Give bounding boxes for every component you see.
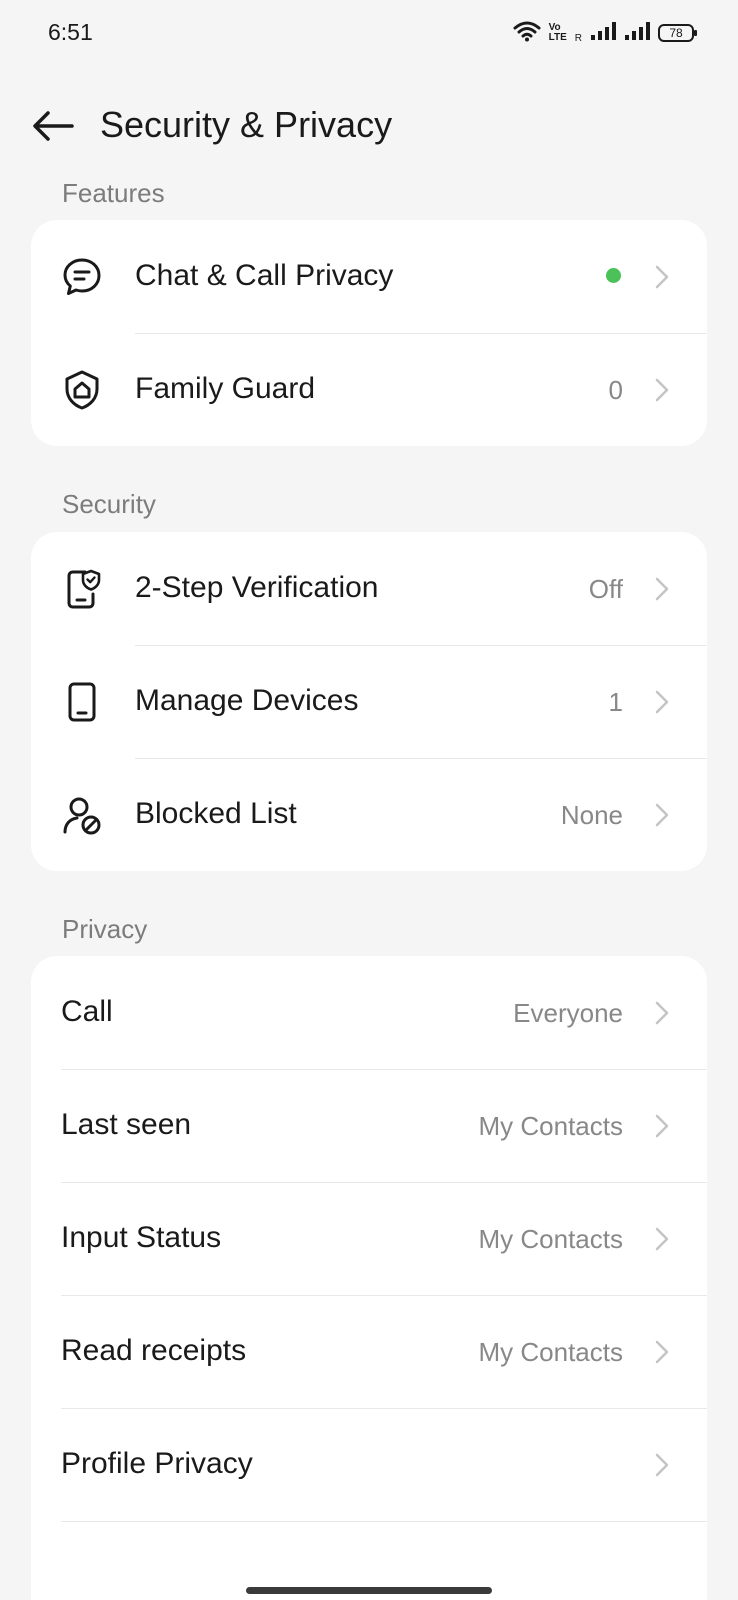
chevron-right-icon [655,1114,669,1138]
phone-icon [61,681,103,723]
row-value: None [560,800,623,830]
arrow-left-icon [33,111,74,141]
wifi-icon [513,20,541,47]
row-read-receipts[interactable]: Read receipts My Contacts [31,1295,707,1408]
row-input-status[interactable]: Input Status My Contacts [31,1182,707,1295]
row-last-seen[interactable]: Last seen My Contacts [31,1069,707,1182]
section-label-privacy: Privacy [62,914,148,944]
row-label: Call [61,995,113,1028]
row-value: Off [588,574,623,604]
row-value: 1 [608,687,623,717]
row-label: Input Status [61,1221,222,1254]
app-screen: 6:51 Vo LTE R 78 Security & Privacy Feat… [0,0,738,1600]
status-dot [606,268,621,283]
signal-icon [590,21,616,46]
back-button[interactable] [30,103,76,149]
features-card: Chat & Call Privacy Family Guard 0 [31,220,707,446]
chevron-right-icon [655,803,669,827]
row-value: My Contacts [478,1337,624,1367]
row-label: Chat & Call Privacy [135,259,394,292]
chevron-right-icon [655,1001,669,1025]
section-label-security: Security [62,489,156,519]
signal-icon [624,21,650,46]
chat-bubble-icon [61,256,103,298]
row-manage-devices[interactable]: Manage Devices 1 [31,645,707,758]
chevron-right-icon [655,1227,669,1251]
row-2-step-verification[interactable]: 2-Step Verification Off [31,532,707,645]
chevron-right-icon [655,378,669,402]
row-blocked-list[interactable]: Blocked List None [31,758,707,871]
chevron-right-icon [655,577,669,601]
row-value: My Contacts [478,1224,624,1254]
status-icons: Vo LTE R 78 [513,19,697,47]
app-header: Security & Privacy [0,95,738,155]
user-blocked-icon [61,794,103,836]
volte-label-bottom: LTE [548,32,567,43]
row-value: 0 [608,375,623,405]
status-time: 6:51 [48,19,93,45]
row-label: Manage Devices [135,684,359,717]
security-card: 2-Step Verification Off Manage Devices 1 [31,532,707,871]
page-title: Security & Privacy [100,104,393,145]
row-call[interactable]: Call Everyone [31,956,707,1069]
row-label: Read receipts [61,1334,247,1367]
row-label: Profile Privacy [61,1447,253,1480]
shield-home-icon [61,369,103,411]
row-label: 2-Step Verification [135,571,379,604]
roaming-label: R [574,32,582,44]
privacy-card: Call Everyone Last seen My Contacts Inpu… [31,956,707,1600]
phone-shield-icon [61,568,103,610]
chevron-right-icon [655,1453,669,1477]
row-profile-privacy[interactable]: Profile Privacy [31,1408,707,1521]
row-chat-call-privacy[interactable]: Chat & Call Privacy [31,220,707,333]
row-label: Blocked List [135,797,297,830]
row-label: Family Guard [135,372,316,405]
section-label-features: Features [62,178,165,208]
row-family-guard[interactable]: Family Guard 0 [31,333,707,446]
row-value: Everyone [513,998,623,1028]
home-indicator[interactable] [246,1587,492,1594]
chevron-right-icon [655,690,669,714]
row-value: My Contacts [478,1111,624,1141]
battery-icon: 78 [658,24,697,42]
chevron-right-icon [655,265,669,289]
chevron-right-icon [655,1340,669,1364]
status-bar: 6:51 Vo LTE R 78 [0,0,738,64]
volte-icon: Vo LTE [549,23,567,43]
row-label: Last seen [61,1108,192,1141]
